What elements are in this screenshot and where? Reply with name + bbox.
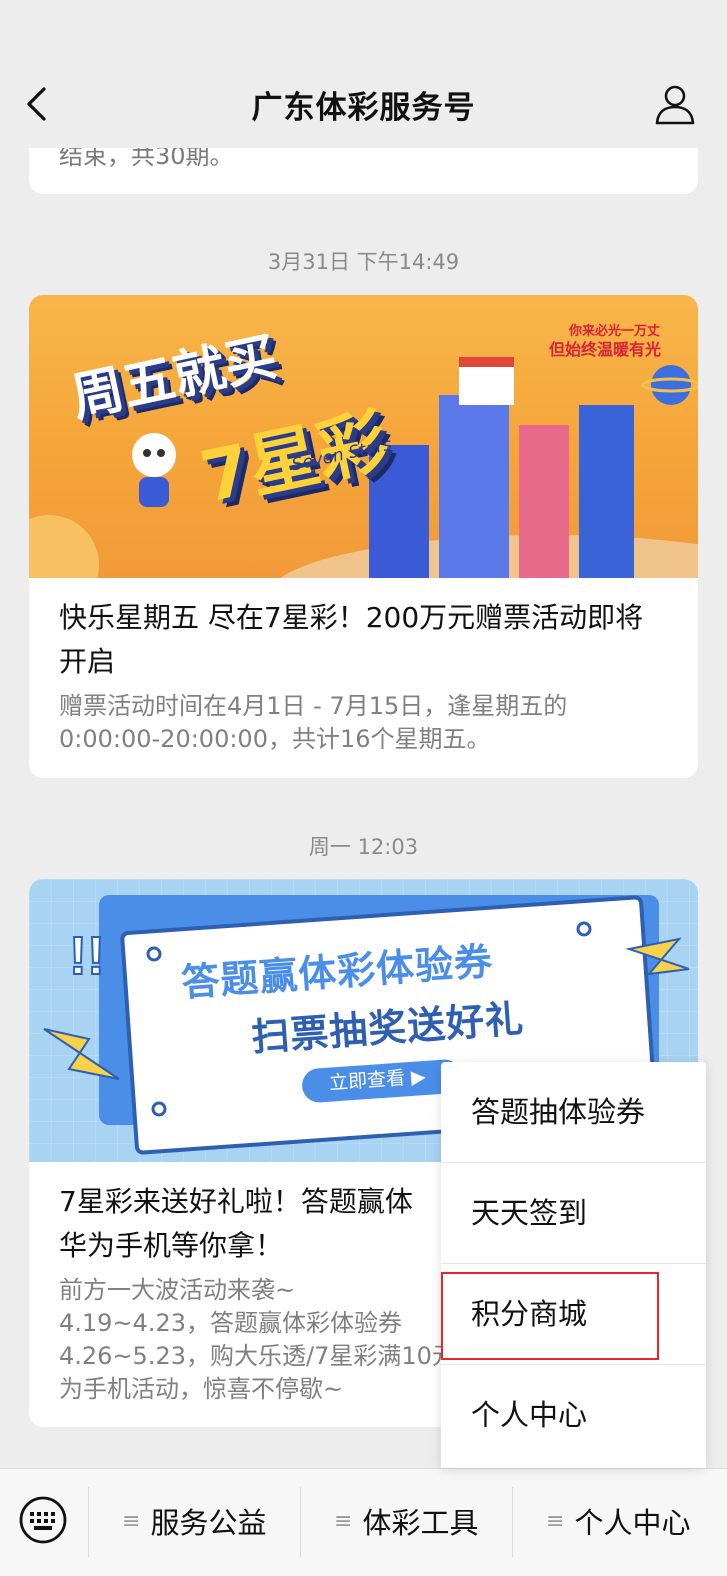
menu-lines-icon: ≡ — [334, 1508, 353, 1534]
divider — [512, 1487, 513, 1557]
article-card-previous[interactable]: 结束，共30期。 — [29, 148, 698, 194]
top-nav-bar: 广东体彩服务号 — [0, 0, 727, 148]
menu-item-personal-center[interactable]: 个人中心 — [441, 1365, 706, 1466]
message-timestamp: 周一 12:03 — [308, 835, 419, 859]
tab-label: 服务公益 — [150, 1506, 267, 1540]
profile-icon[interactable] — [653, 82, 697, 126]
menu-item-quiz-voucher[interactable]: 答题抽体验券 — [441, 1062, 706, 1163]
article-title: 快乐星期五 尽在7星彩！200万元赠票活动即将开启 — [59, 601, 644, 678]
tab-personal-center[interactable]: ≡ 个人中心 — [546, 1497, 690, 1545]
tab-service-charity[interactable]: ≡ 服务公益 — [122, 1497, 266, 1545]
page-title: 广东体彩服务号 — [251, 90, 476, 126]
svg-text:你来必光一万丈: 你来必光一万丈 — [568, 323, 660, 338]
divider — [88, 1487, 89, 1557]
keyboard-icon[interactable] — [18, 1495, 68, 1545]
menu-item-daily-checkin[interactable]: 天天签到 — [441, 1163, 706, 1264]
bottom-menu-bar: ≡ 服务公益 ≡ 体彩工具 ≡ 个人中心 — [0, 1468, 727, 1576]
menu-lines-icon: ≡ — [122, 1508, 141, 1534]
article-description: 赠票活动时间在4月1日 - 7月15日，逢星期五的0:00:00-20:00:0… — [59, 692, 568, 753]
menu-lines-icon: ≡ — [546, 1508, 565, 1534]
tab-lottery-tools[interactable]: ≡ 体彩工具 — [334, 1497, 478, 1545]
menu-item-points-mall[interactable]: 积分商城 — [441, 1264, 706, 1365]
divider — [300, 1487, 301, 1557]
article-snippet: 结束，共30期。 — [59, 148, 234, 170]
submenu-popup: 答题抽体验券 天天签到 积分商城 个人中心 — [441, 1062, 706, 1468]
tab-label: 体彩工具 — [362, 1506, 479, 1540]
article-card[interactable]: 你来必光一万丈 但始终温暖有光 周五就买 7星彩 Seven Stars 快乐星… — [29, 295, 698, 778]
message-timestamp: 3月31日 下午14:49 — [267, 250, 460, 274]
svg-text:!!: !! — [69, 926, 105, 986]
svg-text:但始终温暖有光: 但始终温暖有光 — [549, 340, 661, 359]
tab-label: 个人中心 — [574, 1506, 691, 1540]
article-banner-image[interactable]: 你来必光一万丈 但始终温暖有光 周五就买 7星彩 Seven Stars — [29, 295, 698, 578]
